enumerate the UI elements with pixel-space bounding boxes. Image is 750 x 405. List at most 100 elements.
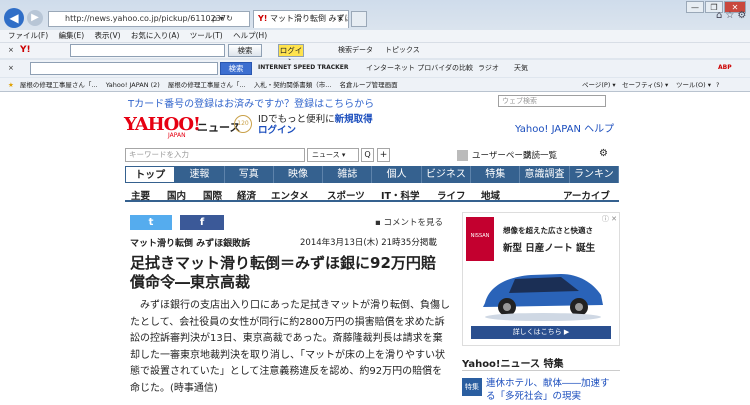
article-source: マット滑り転倒 みずほ銀敗訴 [130, 239, 251, 249]
tab-photo[interactable]: 写真 [225, 166, 274, 183]
toolbar2-search-button[interactable]: 検索 [220, 62, 252, 75]
subnav-domestic[interactable]: 国内 [167, 188, 186, 202]
yahoo-favicon-icon: Y! [258, 14, 268, 23]
menu-edit[interactable]: 編集(E) [59, 31, 85, 40]
subscription-list-link[interactable]: 購読一覧 [523, 149, 557, 161]
menu-bar: ファイル(F) 編集(E) 表示(V) お気に入り(A) ツール(T) ヘルプ(… [0, 30, 750, 42]
menu-view[interactable]: 表示(V) [95, 31, 121, 40]
command-tools-menu[interactable]: ツール(O) ▾ [676, 78, 711, 91]
title-bar: ◀ ▶ http://news.yahoo.co.jp/pickup/61102… [0, 0, 750, 30]
address-controls[interactable]: ρ ▾ ↻ [212, 11, 250, 27]
login-link[interactable]: ログイン [258, 125, 373, 136]
special-tag: 特集 [462, 378, 482, 396]
tab-breaking[interactable]: 速報 [175, 166, 225, 183]
article-body: みずほ銀行の支店出入り口にあった足拭きマットが滑り転倒、負傷したとして、会社役員… [130, 300, 450, 394]
subnav-archive[interactable]: アーカイブ [563, 188, 610, 202]
facebook-share-button[interactable]: f [180, 215, 224, 230]
search-scope-select[interactable]: ニュース ▾ [307, 148, 359, 162]
search-go-icon[interactable]: Q [361, 148, 374, 162]
minimize-button[interactable]: — [686, 1, 704, 13]
article-headline: 足拭きマット滑り転倒＝みずほ銀に92万円賠償命令―東京高裁 [130, 254, 436, 291]
menu-favorites[interactable]: お気に入り(A) [131, 31, 179, 40]
nissan-ad-banner[interactable]: NISSAN ⓘ ✕ 想像を超えた広さと快適さ 新型 日産ノート 誕生 詳しくは… [462, 212, 620, 346]
toolbar-search-input[interactable] [70, 44, 225, 57]
tab-business[interactable]: ビジネス [422, 166, 472, 183]
help-icon[interactable]: ? [716, 78, 719, 91]
tpoint-banner-link[interactable]: Tカード番号の登録はお済みですか？登録はこちらから [128, 95, 374, 110]
adblock-icon[interactable]: ABP [718, 61, 732, 75]
subnav-economy[interactable]: 経済 [237, 188, 256, 202]
user-page-link[interactable]: ユーザーページ [457, 149, 531, 161]
tab-top[interactable]: トップ [125, 166, 176, 183]
special-heading: Yahoo!ニュース 特集 [462, 359, 564, 370]
facebook-icon: f [199, 217, 205, 228]
ad-close-icon[interactable]: ⓘ ✕ [602, 214, 617, 224]
subnav-international[interactable]: 国際 [203, 188, 222, 202]
yahoo-toolbar: × Y! 検索 ログイン 検索データ トピックス [0, 42, 750, 66]
menu-tools[interactable]: ツール(T) [190, 31, 223, 40]
yahoo-logo-japan: JAPAN [168, 132, 186, 139]
command-safety-menu[interactable]: セーフティ(S) ▾ [622, 78, 668, 91]
subnav-it-science[interactable]: IT・科学 [381, 188, 420, 202]
subnav-entertainment[interactable]: エンタメ [271, 188, 309, 202]
new-tab-button[interactable] [351, 11, 367, 27]
weather-link[interactable]: 天気 [514, 61, 528, 75]
keyword-input[interactable]: キーワードを入力 [125, 148, 305, 162]
register-link[interactable]: 新規取得 [335, 114, 373, 125]
favorite-item[interactable]: 入札・契約関係書類（市... [254, 81, 332, 89]
favorite-item[interactable]: 屋根の修理工事屋さん「... [20, 81, 98, 89]
tab-individual[interactable]: 個人 [372, 166, 422, 183]
favorites-bar: ★ 屋根の修理工事屋さん「... Yahoo! JAPAN (2) 屋根の修理工… [0, 78, 750, 92]
tab-active[interactable]: Y! マット滑り転倒 みずほ銀... × [253, 10, 349, 28]
tab-close-button[interactable]: × [337, 11, 344, 27]
ad-cta-button[interactable]: 詳しくはこちら ▶ [471, 326, 611, 339]
menu-file[interactable]: ファイル(F) [8, 31, 48, 40]
back-button[interactable]: ◀ [4, 8, 24, 28]
menu-help[interactable]: ヘルプ(H) [233, 31, 267, 40]
home-favorites-settings-icon[interactable]: ⌂☆⚙ [716, 10, 749, 21]
yahoo-logo[interactable]: YAHOO! [124, 114, 201, 135]
browser-chrome: ◀ ▶ http://news.yahoo.co.jp/pickup/61102… [0, 0, 750, 92]
toolbar-close-icon[interactable]: × [8, 43, 14, 57]
car-image-icon [483, 274, 603, 321]
favorites-star-icon[interactable]: ★ [8, 81, 14, 89]
favorite-item[interactable]: Yahoo! JAPAN (2) [106, 81, 160, 89]
anniversary-badge-icon: 120 [234, 115, 252, 133]
special-article-link[interactable]: 連休ホテル、献体――加速する「多死社会」の現実 [486, 377, 618, 403]
twitter-share-button[interactable]: t [130, 215, 172, 230]
radio-link[interactable]: ラジオ [478, 61, 499, 75]
yahoo-toolbar-logo-icon[interactable]: Y! [20, 43, 31, 57]
web-search-input[interactable]: ウェブ検索 [498, 95, 606, 107]
subnav-sports[interactable]: スポーツ [327, 188, 365, 202]
subnav-main[interactable]: 主要 [131, 188, 150, 202]
subnav-region[interactable]: 地域 [481, 188, 500, 202]
news-search-row: キーワードを入力 ニュース ▾ Q + ユーザーページ 購読一覧 ⚙ [125, 148, 619, 163]
toolbar-search-data[interactable]: 検索データ [338, 43, 373, 57]
forward-button[interactable]: ▶ [27, 10, 43, 26]
tab-ranking[interactable]: ランキング [570, 166, 619, 197]
help-link[interactable]: Yahoo! JAPAN ヘルプ [515, 120, 614, 135]
toolbar-topics[interactable]: トピックス [385, 43, 420, 57]
tab-survey[interactable]: 意識調査 [520, 166, 570, 183]
speed-tracker-link[interactable]: INTERNET SPEED TRACKER [258, 61, 348, 75]
favorite-item[interactable]: 屋根の修理工事屋さん「... [168, 81, 246, 89]
search-toolbar: × 検索 INTERNET SPEED TRACKER インターネット プロバイ… [0, 60, 750, 77]
category-nav: トップ 速報 写真 映像 雑誌 個人 ビジネス 特集 意識調査 ランキング [125, 166, 619, 197]
gear-icon[interactable]: ⚙ [599, 148, 608, 159]
toolbar2-search-input[interactable] [30, 62, 218, 75]
tab-video[interactable]: 映像 [274, 166, 324, 183]
provider-compare-link[interactable]: インターネット プロバイダの比較 [366, 61, 473, 75]
toolbar2-close-icon[interactable]: × [8, 61, 14, 75]
tab-magazine[interactable]: 雑誌 [323, 166, 373, 183]
article-date: 2014年3月13日(木) 21時35分掲載 [300, 238, 437, 248]
id-promo-text: IDでもっと便利に [258, 114, 335, 125]
favorite-item[interactable]: 名倉ループ管理画面 [339, 81, 397, 89]
tab-special[interactable]: 特集 [471, 166, 521, 183]
toolbar-search-button[interactable]: 検索 [228, 44, 262, 57]
command-page-menu[interactable]: ページ(P) ▾ [582, 78, 616, 91]
toolbar-login-button[interactable]: ログイン [278, 44, 304, 66]
subnav-life[interactable]: ライフ [437, 188, 466, 202]
address-url: http://news.yahoo.co.jp/pickup/6110237 [65, 14, 226, 23]
comment-link[interactable]: ▪ コメントを見る [375, 216, 443, 228]
add-icon[interactable]: + [377, 148, 390, 162]
